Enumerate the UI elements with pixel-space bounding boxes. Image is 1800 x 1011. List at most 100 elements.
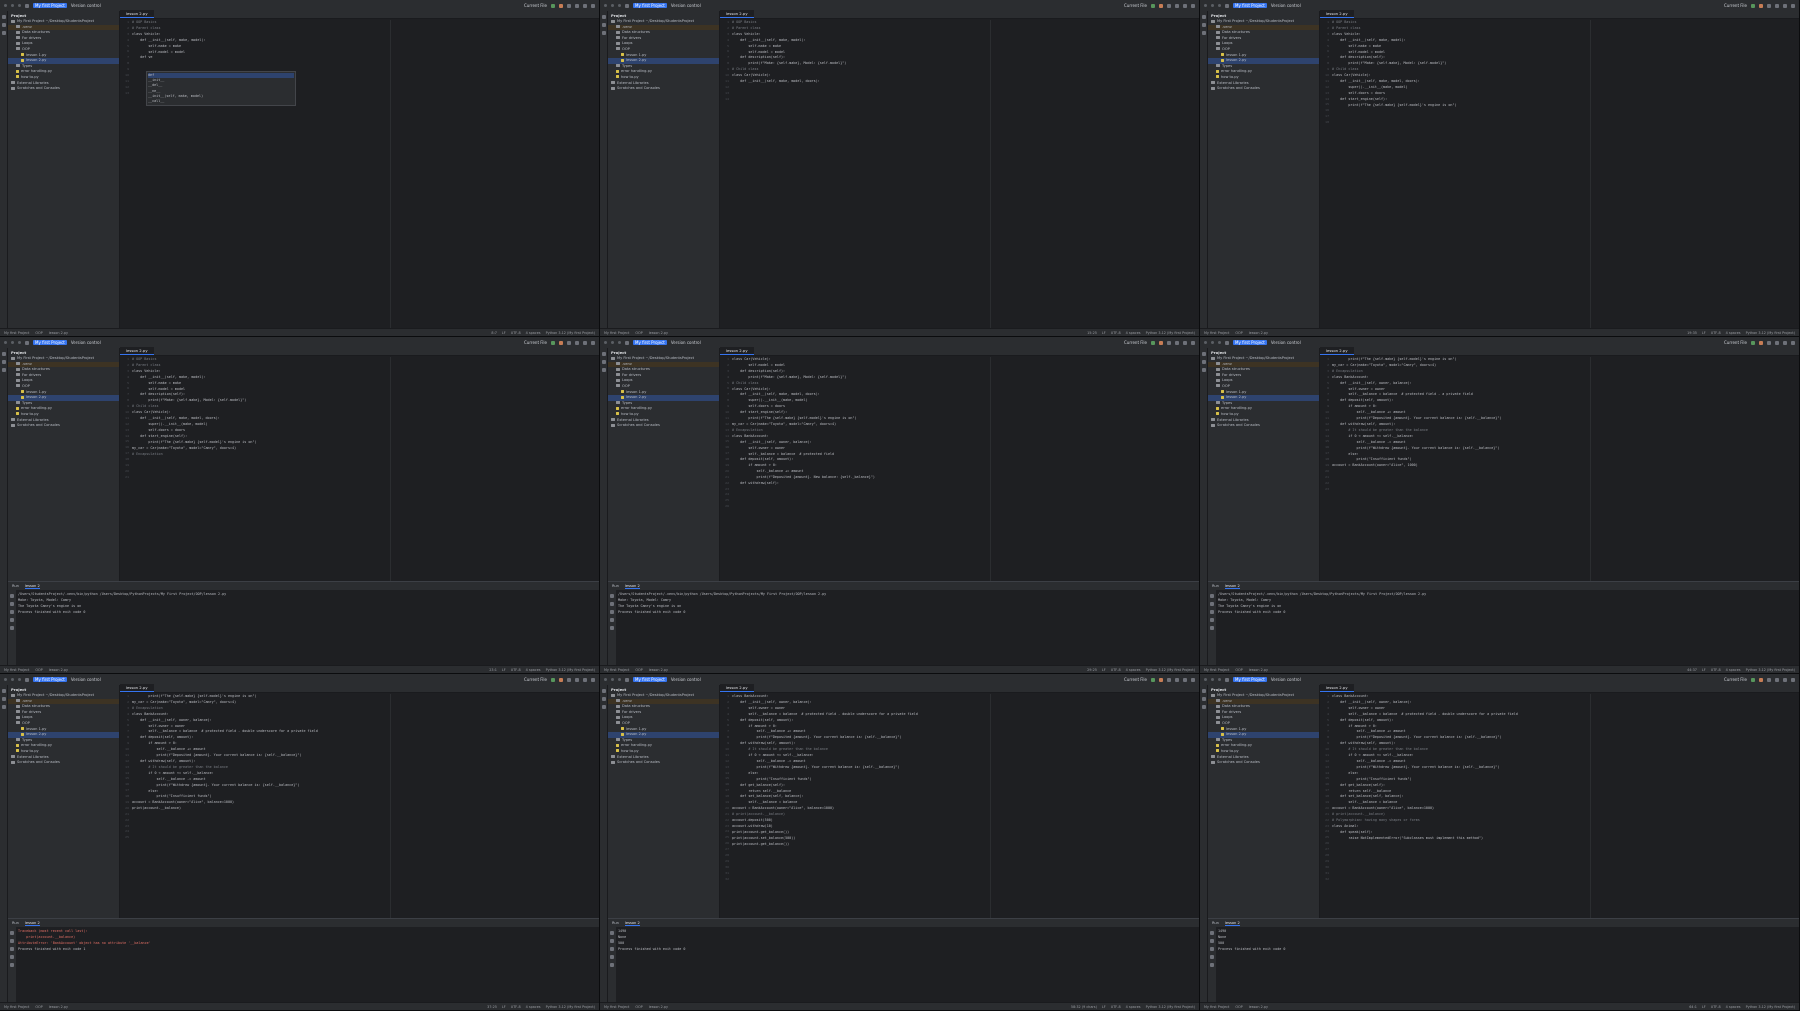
more-tools-icon[interactable]	[2, 368, 6, 372]
run-config-selector[interactable]: Current File	[1724, 3, 1747, 8]
status-item[interactable]: Python 3.12 (My first Project)	[1746, 331, 1795, 335]
structure-icon[interactable]	[602, 23, 606, 27]
window-control-dot[interactable]	[1218, 678, 1221, 681]
debug-icon[interactable]	[1159, 677, 1163, 682]
editor-tab[interactable]: lesson 2.py	[120, 10, 154, 18]
settings-icon[interactable]	[1191, 3, 1195, 8]
tree-item[interactable]: Scratches and Consoles	[8, 423, 119, 429]
breadcrumb-item[interactable]: OOP	[35, 1005, 42, 1009]
settings-icon[interactable]	[1191, 677, 1195, 682]
main-menu-icon[interactable]	[25, 3, 29, 8]
breadcrumb-item[interactable]: My first Project	[604, 668, 629, 672]
breadcrumb-item[interactable]: My first Project	[4, 1005, 29, 1009]
run-icon[interactable]	[1751, 677, 1755, 682]
status-item[interactable]: UTF-8	[1111, 1005, 1121, 1009]
more-tools-icon[interactable]	[1202, 705, 1206, 709]
stop-icon[interactable]	[1210, 602, 1214, 606]
window-control-dot[interactable]	[11, 341, 14, 344]
status-item[interactable]: LF	[1102, 331, 1106, 335]
editor-tab[interactable]: lesson 2.py	[1320, 347, 1354, 355]
status-item[interactable]: Python 3.12 (My first Project)	[1146, 668, 1195, 672]
more-tools-icon[interactable]	[602, 705, 606, 709]
editor-tab[interactable]: lesson 2.py	[720, 347, 754, 355]
more-icon[interactable]	[1167, 340, 1171, 345]
status-item[interactable]: Python 3.12 (My first Project)	[1146, 1005, 1195, 1009]
more-tools-icon[interactable]	[602, 368, 606, 372]
settings-icon[interactable]	[591, 340, 595, 345]
stop-icon[interactable]	[1210, 939, 1214, 943]
debug-icon[interactable]	[559, 677, 563, 682]
user-icon[interactable]	[1175, 3, 1179, 8]
status-item[interactable]: Python 3.12 (My first Project)	[1146, 331, 1195, 335]
more-icon[interactable]	[1767, 677, 1771, 682]
run-config-selector[interactable]: Current File	[524, 340, 547, 345]
status-item[interactable]: UTF-8	[511, 331, 521, 335]
breadcrumb-item[interactable]: lesson 2.py	[649, 668, 668, 672]
vcs-selector[interactable]: Version control	[671, 3, 701, 8]
code-editor[interactable]: # OOP Basics # Parent class class Vehicle:…	[732, 20, 1199, 328]
debug-icon[interactable]	[1759, 677, 1763, 682]
vcs-selector[interactable]: Version control	[71, 340, 101, 345]
breadcrumb-item[interactable]: lesson 2.py	[1249, 331, 1268, 335]
print-icon[interactable]	[1210, 955, 1214, 959]
stop-icon[interactable]	[10, 602, 14, 606]
trash-icon[interactable]	[10, 626, 14, 630]
stop-icon[interactable]	[610, 602, 614, 606]
window-control-dot[interactable]	[618, 678, 621, 681]
main-menu-icon[interactable]	[625, 340, 629, 345]
debug-icon[interactable]	[1159, 340, 1163, 345]
breadcrumb-item[interactable]: OOP	[35, 331, 42, 335]
settings-icon[interactable]	[591, 677, 595, 682]
vcs-selector[interactable]: Version control	[71, 677, 101, 682]
breadcrumb-item[interactable]: lesson 2.py	[649, 1005, 668, 1009]
search-icon[interactable]	[1783, 3, 1787, 8]
search-icon[interactable]	[1783, 677, 1787, 682]
main-menu-icon[interactable]	[625, 677, 629, 682]
status-item[interactable]: LF	[1702, 331, 1706, 335]
vcs-selector[interactable]: Version control	[1271, 3, 1301, 8]
print-icon[interactable]	[10, 618, 14, 622]
rerun-icon[interactable]	[610, 594, 614, 598]
editor-tab[interactable]: lesson 2.py	[120, 684, 154, 692]
search-icon[interactable]	[583, 677, 587, 682]
status-item[interactable]: LF	[1702, 1005, 1706, 1009]
user-icon[interactable]	[1175, 340, 1179, 345]
status-item[interactable]: LF	[502, 668, 506, 672]
project-selector[interactable]: My first Project	[1233, 340, 1267, 345]
project-selector[interactable]: My first Project	[33, 3, 67, 8]
autocomplete-item[interactable]: __call__	[148, 99, 294, 104]
main-menu-icon[interactable]	[625, 3, 629, 8]
vcs-selector[interactable]: Version control	[671, 677, 701, 682]
run-icon[interactable]	[1751, 3, 1755, 8]
run-config-selector[interactable]: Current File	[1124, 3, 1147, 8]
project-tool-icon[interactable]	[2, 689, 6, 693]
status-item[interactable]: LF	[502, 1005, 506, 1009]
run-icon[interactable]	[1751, 340, 1755, 345]
run-config-selector[interactable]: Current File	[524, 3, 547, 8]
editor-tab[interactable]: lesson 2.py	[1320, 10, 1354, 18]
more-tools-icon[interactable]	[2, 705, 6, 709]
scroll-icon[interactable]	[10, 947, 14, 951]
structure-icon[interactable]	[1202, 23, 1206, 27]
breadcrumb-item[interactable]: My first Project	[1204, 668, 1229, 672]
run-icon[interactable]	[551, 3, 555, 8]
project-selector[interactable]: My first Project	[633, 340, 667, 345]
editor-tab[interactable]: lesson 2.py	[120, 347, 154, 355]
run-icon[interactable]	[1151, 3, 1155, 8]
status-item[interactable]: 4 spaces	[1726, 1005, 1741, 1009]
print-icon[interactable]	[10, 955, 14, 959]
editor-tab[interactable]: lesson 2.py	[1320, 684, 1354, 692]
run-icon[interactable]	[1151, 340, 1155, 345]
breadcrumb-item[interactable]: My first Project	[604, 331, 629, 335]
status-item[interactable]: Python 3.12 (My first Project)	[1746, 1005, 1795, 1009]
run-icon[interactable]	[1151, 677, 1155, 682]
status-item[interactable]: 8:7	[491, 331, 496, 335]
breadcrumb-item[interactable]: lesson 2.py	[49, 331, 68, 335]
user-icon[interactable]	[575, 340, 579, 345]
status-item[interactable]: Python 3.12 (My first Project)	[546, 668, 595, 672]
more-icon[interactable]	[1167, 677, 1171, 682]
rerun-icon[interactable]	[10, 594, 14, 598]
user-icon[interactable]	[575, 3, 579, 8]
tree-item[interactable]: Scratches and Consoles	[1208, 86, 1319, 92]
main-menu-icon[interactable]	[1225, 677, 1229, 682]
